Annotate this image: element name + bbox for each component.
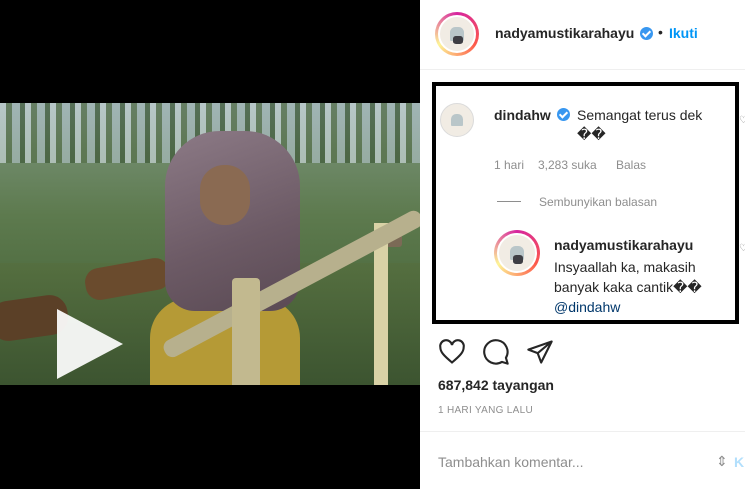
- like-reply-icon[interactable]: ♡: [739, 243, 745, 254]
- share-icon[interactable]: [526, 338, 554, 366]
- replier-username[interactable]: nadyamustikarahayu: [554, 237, 693, 253]
- person-face: [200, 165, 250, 225]
- verified-badge-icon: [640, 27, 653, 40]
- verified-badge-icon: [557, 108, 570, 121]
- comment-icon[interactable]: [482, 338, 510, 366]
- comment-text: Semangat terus dek ��: [577, 107, 703, 142]
- author-avatar[interactable]: [438, 15, 476, 53]
- post-timestamp: 1 HARI YANG LALU: [438, 405, 534, 416]
- commenter-avatar[interactable]: [440, 103, 474, 137]
- author-username[interactable]: nadyamustikarahayu: [495, 25, 634, 41]
- heart-icon[interactable]: [438, 338, 466, 366]
- post-header: nadyamustikarahayu • Ikuti: [420, 0, 745, 70]
- post-comment-button[interactable]: K: [734, 454, 744, 470]
- hide-replies-button[interactable]: Sembunyikan balasan: [539, 195, 657, 209]
- reply-button[interactable]: Balas: [616, 158, 646, 172]
- emoji-icon[interactable]: ⇕: [716, 453, 732, 469]
- replier-avatar[interactable]: [497, 233, 537, 273]
- video-player[interactable]: [0, 103, 420, 385]
- commenter-username[interactable]: dindahw: [494, 107, 551, 123]
- hide-replies-line: [497, 201, 521, 202]
- like-comment-icon[interactable]: ♡: [739, 115, 745, 126]
- fence-post: [232, 278, 260, 385]
- comment-likes[interactable]: 3,283 suka: [538, 158, 597, 172]
- details-pane: nadyamustikarahayu • Ikuti dindahw Seman…: [420, 0, 745, 489]
- reply-body: Insyaallah ka, makasih banyak kaka canti…: [554, 257, 714, 317]
- reply-text: Insyaallah ka, makasih banyak kaka canti…: [554, 259, 702, 295]
- comment-input[interactable]: Tambahkan komentar...: [438, 454, 584, 470]
- comment-time[interactable]: 1 hari: [494, 158, 524, 172]
- play-icon[interactable]: [57, 309, 123, 379]
- follow-button[interactable]: Ikuti: [669, 25, 698, 41]
- separator-dot: •: [658, 24, 663, 40]
- comment-bar: Tambahkan komentar... ⇕ K: [420, 431, 745, 489]
- mention-link[interactable]: @dindahw: [554, 299, 620, 315]
- view-count[interactable]: 687,842 tayangan: [438, 377, 554, 393]
- media-pane: [0, 0, 420, 489]
